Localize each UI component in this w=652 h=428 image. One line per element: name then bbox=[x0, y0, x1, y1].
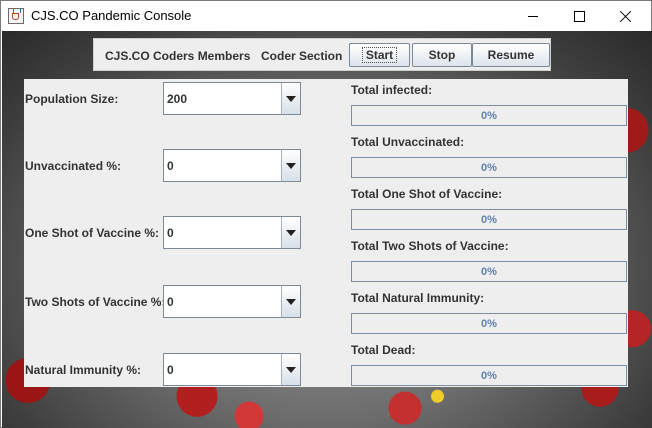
title-bar[interactable]: CJS.CO Pandemic Console bbox=[1, 1, 651, 31]
total-two-shots-value: 0% bbox=[481, 265, 497, 278]
natural-immunity-value: 0 bbox=[167, 363, 174, 377]
resume-button-label: Resume bbox=[487, 48, 535, 62]
section-label: Coder Section bbox=[261, 49, 343, 63]
total-dead-label: Total Dead: bbox=[351, 343, 416, 357]
total-one-shot-value: 0% bbox=[481, 213, 497, 226]
chevron-down-icon[interactable] bbox=[281, 150, 300, 181]
maximize-icon bbox=[573, 10, 585, 22]
total-dead-progress: 0% bbox=[351, 365, 627, 386]
start-button-label: Start bbox=[361, 47, 398, 63]
content-area: CJS.CO Coders Members Coder Section Star… bbox=[2, 31, 652, 428]
population-size-select[interactable]: 200 bbox=[163, 82, 301, 115]
close-button[interactable] bbox=[602, 1, 648, 31]
population-size-value: 200 bbox=[167, 92, 188, 106]
maximize-button[interactable] bbox=[556, 1, 602, 31]
population-size-label: Population Size: bbox=[25, 92, 119, 106]
two-shots-value: 0 bbox=[167, 295, 174, 309]
minimize-button[interactable] bbox=[510, 1, 556, 31]
total-two-shots-label: Total Two Shots of Vaccine: bbox=[351, 239, 509, 253]
total-infected-label: Total infected: bbox=[351, 83, 433, 97]
total-unvaccinated-value: 0% bbox=[481, 161, 497, 174]
one-shot-label: One Shot of Vaccine %: bbox=[25, 226, 160, 240]
stop-button-label: Stop bbox=[428, 48, 456, 62]
unvaccinated-value: 0 bbox=[167, 159, 174, 173]
one-shot-value: 0 bbox=[167, 226, 174, 240]
total-unvaccinated-progress: 0% bbox=[351, 157, 627, 178]
natural-immunity-select[interactable]: 0 bbox=[163, 353, 301, 386]
total-natural-immunity-label: Total Natural Immunity: bbox=[351, 291, 485, 305]
total-unvaccinated-label: Total Unvaccinated: bbox=[351, 135, 465, 149]
two-shots-label: Two Shots of Vaccine %: bbox=[25, 295, 166, 309]
unvaccinated-label: Unvaccinated %: bbox=[25, 159, 122, 173]
chevron-down-icon[interactable] bbox=[281, 286, 300, 317]
resume-button[interactable]: Resume bbox=[472, 43, 550, 67]
total-natural-immunity-progress: 0% bbox=[351, 313, 627, 334]
total-dead-value: 0% bbox=[481, 369, 497, 382]
window-title: CJS.CO Pandemic Console bbox=[31, 8, 192, 23]
chevron-down-icon[interactable] bbox=[281, 354, 300, 385]
app-window: CJS.CO Pandemic Console CJS.CO Coders Me… bbox=[0, 0, 652, 428]
total-natural-immunity-value: 0% bbox=[481, 317, 497, 330]
toolbar: CJS.CO Coders Members Coder Section Star… bbox=[93, 38, 551, 71]
start-button[interactable]: Start bbox=[349, 43, 410, 67]
chevron-down-icon[interactable] bbox=[281, 217, 300, 248]
total-one-shot-label: Total One Shot of Vaccine: bbox=[351, 187, 503, 201]
natural-immunity-label: Natural Immunity %: bbox=[25, 363, 142, 377]
total-two-shots-progress: 0% bbox=[351, 261, 627, 282]
total-one-shot-progress: 0% bbox=[351, 209, 627, 230]
unvaccinated-select[interactable]: 0 bbox=[163, 149, 301, 182]
members-label: CJS.CO Coders Members bbox=[105, 49, 251, 63]
chevron-down-icon[interactable] bbox=[281, 83, 300, 114]
close-icon bbox=[620, 11, 631, 22]
minimize-icon bbox=[528, 15, 538, 17]
settings-panel: Population Size: 200 Unvaccinated %: 0 O… bbox=[24, 79, 628, 387]
java-cup-icon[interactable] bbox=[8, 8, 24, 24]
total-infected-progress: 0% bbox=[351, 105, 627, 126]
stop-button[interactable]: Stop bbox=[412, 43, 472, 67]
one-shot-select[interactable]: 0 bbox=[163, 216, 301, 249]
total-infected-value: 0% bbox=[481, 109, 497, 122]
two-shots-select[interactable]: 0 bbox=[163, 285, 301, 318]
